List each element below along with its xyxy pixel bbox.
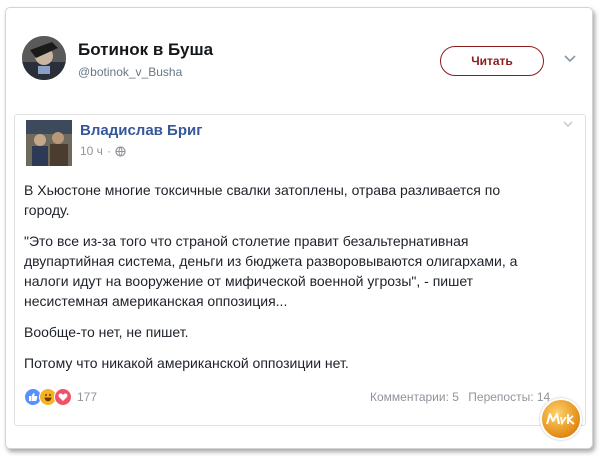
post-paragraph: Потому что никакой американской оппозици… <box>24 355 349 371</box>
meta-separator: · <box>106 144 111 158</box>
author-photo <box>26 120 72 166</box>
account-name[interactable]: Ботинок в Буша <box>78 40 213 60</box>
account-avatar[interactable] <box>22 36 66 80</box>
post-paragraph: "Это все из-за того что страной столетие… <box>24 233 518 309</box>
author-name[interactable]: Владислав Бриг <box>80 122 202 139</box>
post-meta: 10 ч · <box>80 144 126 158</box>
post-stats: Комментарии: 5 Перепосты: 14 <box>370 390 556 404</box>
watermark-logo <box>540 398 582 440</box>
author-avatar[interactable] <box>26 120 72 166</box>
reactions-count[interactable]: 177 <box>77 390 97 404</box>
reactions-summary[interactable]: 177 <box>24 388 97 406</box>
globe-icon <box>115 145 126 157</box>
chevron-down-icon[interactable] <box>563 52 577 66</box>
post-options-icon[interactable] <box>562 118 574 130</box>
post-paragraph: Вообще-то нет, не пишет. <box>24 324 189 340</box>
account-handle[interactable]: @botinok_v_Busha <box>78 65 182 79</box>
comments-count[interactable]: Комментарии: 5 <box>370 390 459 404</box>
post-text: В Хьюстоне многие токсичные свалки затоп… <box>24 180 544 384</box>
love-icon <box>54 388 72 406</box>
shares-count[interactable]: Перепосты: 14 <box>468 390 550 404</box>
follow-button[interactable]: Читать <box>440 46 544 76</box>
post-paragraph: В Хьюстоне многие токсичные свалки затоп… <box>24 182 501 218</box>
watermark-lettering <box>546 413 575 426</box>
avatar-image <box>22 36 66 80</box>
post-time[interactable]: 10 ч <box>80 144 103 158</box>
